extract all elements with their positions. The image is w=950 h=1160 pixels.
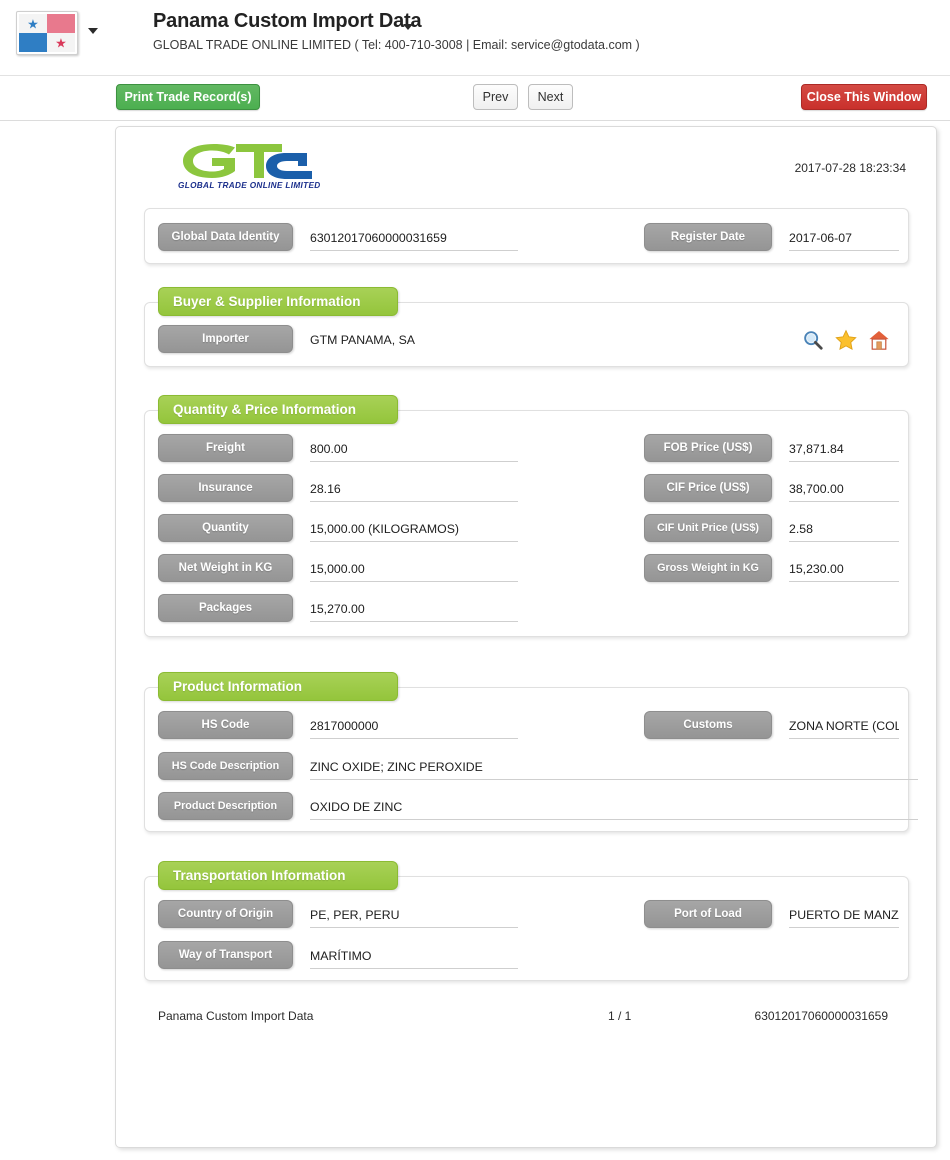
- field-label: Insurance: [158, 474, 293, 502]
- importer-action-icons: [802, 329, 890, 351]
- field-label: Net Weight in KG: [158, 554, 293, 582]
- flag-quadrant-top-right: [47, 14, 75, 33]
- quantity-price-panel: Quantity & Price Information Freight 800…: [144, 395, 909, 637]
- toolbar: Print Trade Record(s) Prev Next Close Th…: [0, 76, 950, 121]
- field-insurance: Insurance 28.16: [158, 474, 518, 502]
- field-freight: Freight 800.00: [158, 434, 518, 462]
- print-trade-records-button[interactable]: Print Trade Record(s): [116, 84, 260, 110]
- field-label: CIF Price (US$): [644, 474, 772, 502]
- field-label: Customs: [644, 711, 772, 739]
- field-label: Importer: [158, 325, 293, 353]
- gto-logo: GLOBAL TRADE ONLINE LIMITED: [178, 141, 321, 197]
- field-label: Register Date: [644, 223, 772, 251]
- field-value: GTM PANAMA, SA: [310, 333, 415, 347]
- field-cif-price: CIF Price (US$) 38,700.00: [644, 474, 899, 502]
- flag-star-red: ★: [55, 35, 67, 50]
- field-value: ZONA NORTE (COLON): [789, 717, 899, 739]
- field-cif-unit-price: CIF Unit Price (US$) 2.58: [644, 514, 899, 542]
- transportation-information-panel: Transportation Information Country of Or…: [144, 861, 909, 981]
- field-label: Packages: [158, 594, 293, 622]
- panama-flag-icon[interactable]: ★ ★: [16, 11, 78, 55]
- app-header: ★ ★ Panama Custom Import Data GLOBAL TRA…: [0, 0, 950, 76]
- field-label: Quantity: [158, 514, 293, 542]
- field-way-of-transport: Way of Transport MARÍTIMO: [158, 941, 518, 969]
- field-label: CIF Unit Price (US$): [644, 514, 772, 542]
- title-chevron-down-icon[interactable]: [403, 24, 413, 30]
- field-importer: Importer GTM PANAMA, SA: [158, 325, 518, 353]
- field-value: 37,871.84: [789, 440, 899, 462]
- section-title-transportation-information: Transportation Information: [158, 861, 398, 890]
- field-fob-price: FOB Price (US$) 37,871.84: [644, 434, 899, 462]
- field-value: 15,000.00 (KILOGRAMOS): [310, 520, 518, 542]
- field-label: Gross Weight in KG: [644, 554, 772, 582]
- field-label: Global Data Identity: [158, 223, 293, 251]
- gto-logo-mark: [178, 141, 318, 181]
- field-value: 63012017060000031659: [310, 229, 518, 251]
- section-title-quantity-price: Quantity & Price Information: [158, 395, 398, 424]
- flag-quadrant-bottom-left: [19, 33, 47, 52]
- gto-logo-svg: [183, 144, 312, 179]
- field-label: Way of Transport: [158, 941, 293, 969]
- flag-quadrant-bottom-right: ★: [47, 33, 75, 52]
- section-title-buyer-supplier: Buyer & Supplier Information: [158, 287, 398, 316]
- buyer-supplier-panel: Buyer & Supplier Information Importer GT…: [144, 287, 909, 367]
- field-value: 2.58: [789, 520, 899, 542]
- field-value: PUERTO DE MANZANILLO: [789, 906, 899, 928]
- field-value: 28.16: [310, 480, 518, 502]
- field-net-weight: Net Weight in KG 15,000.00: [158, 554, 518, 582]
- field-value: 2017-06-07: [789, 229, 899, 251]
- footer-dataset-name: Panama Custom Import Data: [158, 1009, 314, 1023]
- field-label: Port of Load: [644, 900, 772, 928]
- next-button[interactable]: Next: [528, 84, 573, 110]
- field-value: 2817000000: [310, 717, 518, 739]
- product-information-panel: Product Information HS Code 2817000000 C…: [144, 672, 918, 832]
- gto-logo-caption: GLOBAL TRADE ONLINE LIMITED: [178, 181, 321, 190]
- prev-button[interactable]: Prev: [473, 84, 518, 110]
- document-footer: Panama Custom Import Data 1 / 1 63012017…: [116, 1009, 936, 1031]
- document-timestamp: 2017-07-28 18:23:34: [794, 161, 906, 175]
- field-value: 38,700.00: [789, 480, 899, 502]
- field-hs-code: HS Code 2817000000: [158, 711, 518, 739]
- flag-quadrant-top-left: ★: [19, 14, 47, 33]
- field-gross-weight: Gross Weight in KG 15,230.00: [644, 554, 899, 582]
- field-label: Country of Origin: [158, 900, 293, 928]
- field-customs: Customs ZONA NORTE (COLON): [644, 711, 899, 739]
- close-window-button[interactable]: Close This Window: [801, 84, 927, 110]
- field-country-of-origin: Country of Origin PE, PER, PERU: [158, 900, 518, 928]
- field-value: ZINC OXIDE; ZINC PEROXIDE: [310, 758, 918, 780]
- field-label: Product Description: [158, 792, 293, 820]
- field-value: 15,270.00: [310, 600, 518, 622]
- field-label: HS Code Description: [158, 752, 293, 780]
- field-label: Freight: [158, 434, 293, 462]
- field-value: 15,000.00: [310, 560, 518, 582]
- field-value: PE, PER, PERU: [310, 906, 518, 928]
- section-title-product-information: Product Information: [158, 672, 398, 701]
- field-hs-code-description: HS Code Description ZINC OXIDE; ZINC PER…: [158, 752, 918, 780]
- flag-dropdown-chevron-down-icon[interactable]: [88, 28, 98, 34]
- field-value: 800.00: [310, 440, 518, 462]
- home-icon[interactable]: [868, 329, 890, 351]
- field-global-data-identity: Global Data Identity 6301201706000003165…: [158, 223, 518, 251]
- field-value: MARÍTIMO: [310, 947, 518, 969]
- field-label: FOB Price (US$): [644, 434, 772, 462]
- field-label: HS Code: [158, 711, 293, 739]
- field-product-description: Product Description OXIDO DE ZINC: [158, 792, 918, 820]
- field-quantity: Quantity 15,000.00 (KILOGRAMOS): [158, 514, 518, 542]
- field-register-date: Register Date 2017-06-07: [644, 223, 899, 251]
- flag-star-blue: ★: [27, 16, 39, 31]
- company-contact-line: GLOBAL TRADE ONLINE LIMITED ( Tel: 400-7…: [153, 38, 640, 52]
- page-title: Panama Custom Import Data: [153, 10, 422, 32]
- field-value: OXIDO DE ZINC: [310, 798, 918, 820]
- field-value: 15,230.00: [789, 560, 899, 582]
- footer-page-number: 1 / 1: [608, 1009, 632, 1023]
- field-port-of-load: Port of Load PUERTO DE MANZANILLO: [644, 900, 899, 928]
- field-packages: Packages 15,270.00: [158, 594, 518, 622]
- footer-record-id: 63012017060000031659: [754, 1009, 888, 1023]
- favorite-star-icon[interactable]: [835, 329, 857, 351]
- identity-panel: Global Data Identity 6301201706000003165…: [144, 208, 909, 264]
- search-icon[interactable]: [802, 329, 824, 351]
- trade-record-document: GLOBAL TRADE ONLINE LIMITED 2017-07-28 1…: [115, 126, 937, 1148]
